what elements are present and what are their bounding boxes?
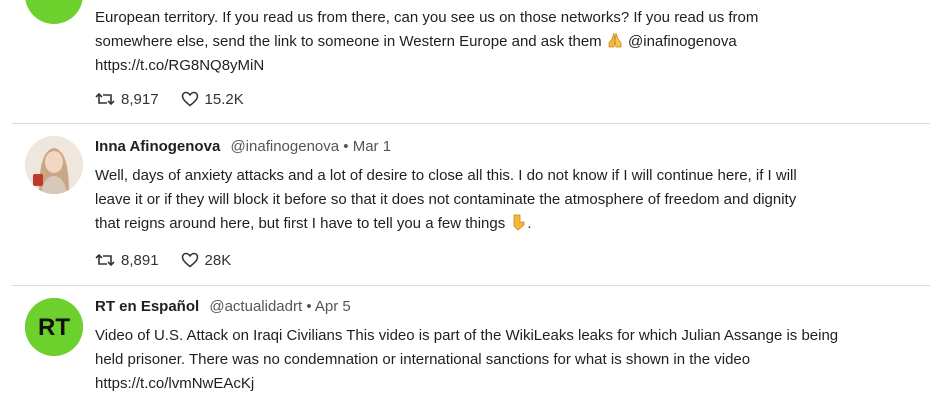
tweet-link[interactable]: https://t.co/lvmNwEAcKj: [95, 372, 920, 396]
heart-icon: [181, 252, 198, 268]
tweet-content: European territory. If you read us from …: [95, 6, 920, 78]
user-avatar[interactable]: [25, 136, 83, 194]
tweet-text: Video of U.S. Attack on Iraqi Civilians …: [95, 324, 920, 396]
rt-logo-icon: RT: [25, 298, 83, 356]
tweet-card[interactable]: RT RT en Español @actualidadrt • Apr 5 V…: [0, 286, 930, 400]
tweet-actions: 8,917 15.2K: [95, 88, 266, 110]
tweet-card[interactable]: European territory. If you read us from …: [0, 0, 930, 123]
heart-icon: [181, 91, 198, 107]
like-button[interactable]: 15.2K: [181, 91, 244, 108]
tweet-text-fragment: .: [527, 215, 532, 232]
tweet-text: Well, days of anxiety attacks and a lot …: [95, 164, 920, 236]
tweet-text-line: that reigns around here, but first I hav…: [95, 212, 920, 236]
author-handle[interactable]: @actualidadrt: [209, 298, 302, 315]
author-name[interactable]: RT en Español: [95, 298, 199, 315]
tweet-text-line: European territory. If you read us from …: [95, 9, 759, 26]
rt-avatar[interactable]: [25, 0, 83, 24]
tweet-content: Inna Afinogenova @inafinogenova • Mar 1 …: [95, 138, 920, 236]
tweet-date[interactable]: Mar 1: [353, 138, 391, 155]
tweet-link[interactable]: https://t.co/RG8NQ8yMiN: [95, 54, 920, 78]
profile-photo-icon: [25, 136, 83, 194]
separator-dot: •: [306, 298, 312, 315]
retweet-count: 8,891: [121, 251, 159, 269]
like-button[interactable]: 28K: [181, 251, 232, 269]
like-count: 15.2K: [204, 90, 244, 108]
author-name[interactable]: Inna Afinogenova: [95, 138, 220, 155]
tweet-date[interactable]: Apr 5: [315, 298, 351, 315]
tweet-text-fragment: that reigns around here, but first I hav…: [95, 215, 506, 232]
tweet-text: European territory. If you read us from …: [95, 6, 920, 78]
rt-logo-text: RT: [38, 314, 70, 341]
tweet-header: Inna Afinogenova @inafinogenova • Mar 1: [95, 138, 920, 158]
tweet-text-line: Well, days of anxiety attacks and a lot …: [95, 167, 797, 184]
tweet-text-line: somewhere else, send the link to someone…: [95, 30, 920, 54]
retweet-icon: [95, 253, 115, 267]
tweet-header: RT en Español @actualidadrt • Apr 5: [95, 298, 920, 318]
tweet-text-fragment: somewhere else, send the link to someone…: [95, 33, 602, 50]
mention-link[interactable]: @inafinogenova: [628, 33, 737, 50]
tweet-actions: 8,891 28K: [95, 249, 253, 271]
separator-dot: •: [343, 138, 349, 155]
rt-avatar[interactable]: RT: [25, 298, 83, 356]
tweet-card[interactable]: Inna Afinogenova @inafinogenova • Mar 1 …: [0, 124, 930, 285]
pointing-down-emoji: [514, 214, 525, 231]
tweet-text-line: leave it or if they will block it before…: [95, 191, 797, 208]
tweet-feed: European territory. If you read us from …: [0, 0, 940, 400]
retweet-button[interactable]: 8,891: [95, 252, 159, 269]
folded-hands-emoji: [608, 32, 622, 48]
retweet-button[interactable]: 8,917: [95, 91, 159, 108]
retweet-count: 8,917: [121, 90, 159, 108]
tweet-text-line: held prisoner. There was no condemnation…: [95, 351, 751, 368]
author-handle[interactable]: @inafinogenova: [230, 138, 339, 155]
tweet-text-line: Video of U.S. Attack on Iraqi Civilians …: [95, 327, 839, 344]
retweet-icon: [95, 92, 115, 106]
like-count: 28K: [204, 251, 232, 269]
tweet-content: RT en Español @actualidadrt • Apr 5 Vide…: [95, 298, 920, 396]
